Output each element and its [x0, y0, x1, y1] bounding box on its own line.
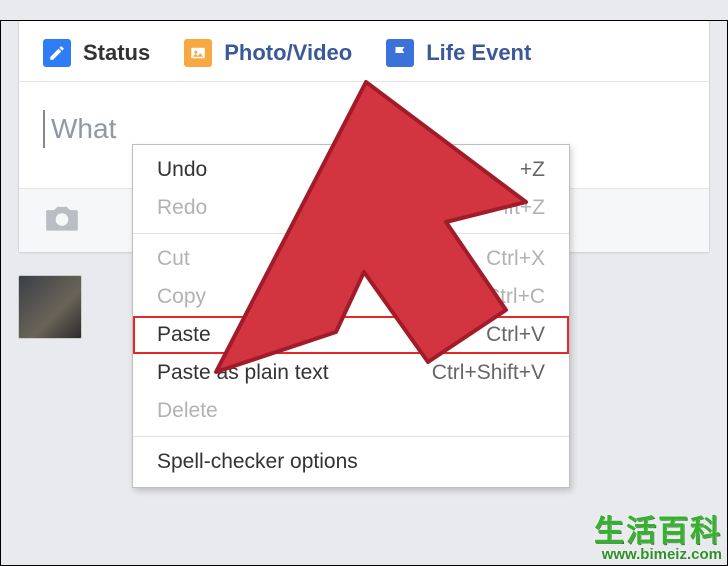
menu-spellcheck-label: Spell-checker options: [157, 450, 358, 474]
menu-redo-label: Redo: [157, 196, 207, 220]
menu-separator: [133, 233, 569, 234]
camera-icon[interactable]: [43, 220, 81, 237]
tab-status-label: Status: [83, 40, 150, 66]
menu-cut[interactable]: Cut Ctrl+X: [133, 240, 569, 278]
watermark-url: www.bimeiz.com: [594, 547, 722, 562]
menu-separator: [133, 436, 569, 437]
menu-paste-plain-shortcut: Ctrl+Shift+V: [432, 361, 545, 385]
tab-photo-label: Photo/Video: [224, 40, 352, 66]
avatar[interactable]: [18, 275, 82, 339]
menu-paste-label: Paste: [157, 323, 211, 347]
menu-paste-shortcut: Ctrl+V: [486, 323, 545, 347]
menu-copy-label: Copy: [157, 285, 206, 309]
menu-delete-label: Delete: [157, 399, 218, 423]
menu-delete[interactable]: Delete: [133, 392, 569, 430]
tab-photo-video[interactable]: Photo/Video: [184, 39, 352, 67]
menu-cut-shortcut: Ctrl+X: [486, 247, 545, 271]
menu-paste[interactable]: Paste Ctrl+V: [133, 316, 569, 354]
menu-copy-shortcut: Ctrl+C: [485, 285, 545, 309]
menu-undo-shortcut: +Z: [520, 158, 545, 182]
flag-icon: [386, 39, 414, 67]
watermark: 生活百科 www.bimeiz.com: [594, 517, 722, 562]
menu-spellcheck[interactable]: Spell-checker options: [133, 443, 569, 481]
menu-cut-label: Cut: [157, 247, 190, 271]
tab-life-label: Life Event: [426, 40, 531, 66]
tab-life-event[interactable]: Life Event: [386, 39, 531, 67]
menu-paste-plain[interactable]: Paste as plain text Ctrl+Shift+V: [133, 354, 569, 392]
tab-status[interactable]: Status: [43, 39, 150, 67]
menu-undo-label: Undo: [157, 158, 207, 182]
menu-undo[interactable]: Undo +Z: [133, 151, 569, 189]
photo-icon: [184, 39, 212, 67]
menu-redo-shortcut: ift+Z: [504, 196, 545, 220]
menu-copy[interactable]: Copy Ctrl+C: [133, 278, 569, 316]
context-menu: Undo +Z Redo ift+Z Cut Ctrl+X Copy Ctrl+…: [132, 144, 570, 488]
composer-tabs: Status Photo/Video Life Event: [19, 21, 709, 82]
watermark-chinese: 生活百科: [594, 517, 722, 547]
status-placeholder: What: [51, 113, 116, 145]
text-caret: [43, 110, 45, 148]
menu-redo[interactable]: Redo ift+Z: [133, 189, 569, 227]
menu-paste-plain-label: Paste as plain text: [157, 361, 329, 385]
pencil-icon: [43, 39, 71, 67]
